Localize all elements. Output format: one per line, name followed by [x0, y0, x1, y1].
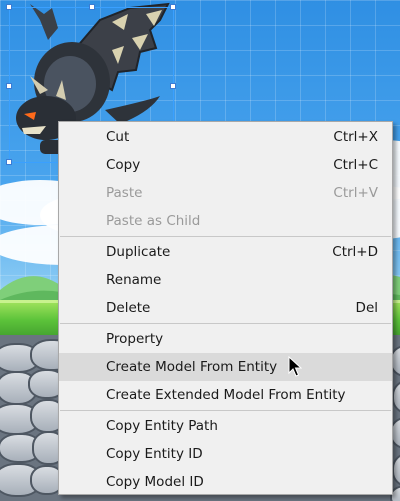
menu-item-label: Property — [106, 331, 164, 347]
menu-item-label: Cut — [106, 129, 130, 145]
menu-item-delete[interactable]: Delete Del — [59, 294, 392, 322]
menu-item-shortcut: Ctrl+V — [333, 185, 378, 201]
menu-item-shortcut: Del — [355, 300, 378, 316]
menu-item-create-extended-model-from-entity[interactable]: Create Extended Model From Entity — [59, 381, 392, 409]
menu-item-duplicate[interactable]: Duplicate Ctrl+D — [59, 238, 392, 266]
menu-item-label: Copy Entity Path — [106, 418, 218, 434]
menu-item-copy-entity-path[interactable]: Copy Entity Path — [59, 412, 392, 440]
menu-item-paste: Paste Ctrl+V — [59, 179, 392, 207]
menu-item-label: Copy — [106, 157, 141, 173]
menu-item-copy-entity-id[interactable]: Copy Entity ID — [59, 440, 392, 468]
menu-separator — [60, 410, 391, 411]
menu-item-label: Copy Entity ID — [106, 446, 203, 462]
menu-item-shortcut: Ctrl+C — [333, 157, 378, 173]
resize-handle-mr[interactable] — [170, 83, 176, 89]
menu-item-label: Delete — [106, 300, 151, 316]
menu-item-label: Rename — [106, 272, 162, 288]
menu-separator — [60, 323, 391, 324]
menu-item-copy[interactable]: Copy Ctrl+C — [59, 151, 392, 179]
resize-handle-tl[interactable] — [6, 4, 12, 10]
menu-item-label: Create Model From Entity — [106, 359, 278, 375]
menu-item-create-model-from-entity[interactable]: Create Model From Entity — [59, 353, 392, 381]
menu-separator — [60, 236, 391, 237]
menu-item-label: Duplicate — [106, 244, 171, 260]
stone — [392, 380, 400, 414]
menu-item-label: Create Extended Model From Entity — [106, 387, 346, 403]
resize-handle-ml[interactable] — [6, 83, 12, 89]
menu-item-property[interactable]: Property — [59, 325, 392, 353]
menu-item-label: Copy Model ID — [106, 474, 204, 490]
menu-item-copy-model-id[interactable]: Copy Model ID — [59, 468, 392, 496]
resize-handle-bl[interactable] — [6, 159, 12, 165]
menu-item-shortcut: Ctrl+D — [332, 244, 378, 260]
menu-item-rename[interactable]: Rename — [59, 266, 392, 294]
resize-handle-tm[interactable] — [89, 4, 95, 10]
context-menu: Cut Ctrl+X Copy Ctrl+C Paste Ctrl+V Past… — [58, 121, 393, 495]
menu-item-paste-as-child: Paste as Child — [59, 207, 392, 235]
stone — [392, 453, 400, 487]
menu-item-label: Paste as Child — [106, 213, 201, 229]
resize-handle-tr[interactable] — [170, 4, 176, 10]
menu-item-cut[interactable]: Cut Ctrl+X — [59, 123, 392, 151]
mouse-cursor-icon — [288, 356, 302, 377]
menu-item-shortcut: Ctrl+X — [333, 129, 378, 145]
menu-item-label: Paste — [106, 185, 143, 201]
